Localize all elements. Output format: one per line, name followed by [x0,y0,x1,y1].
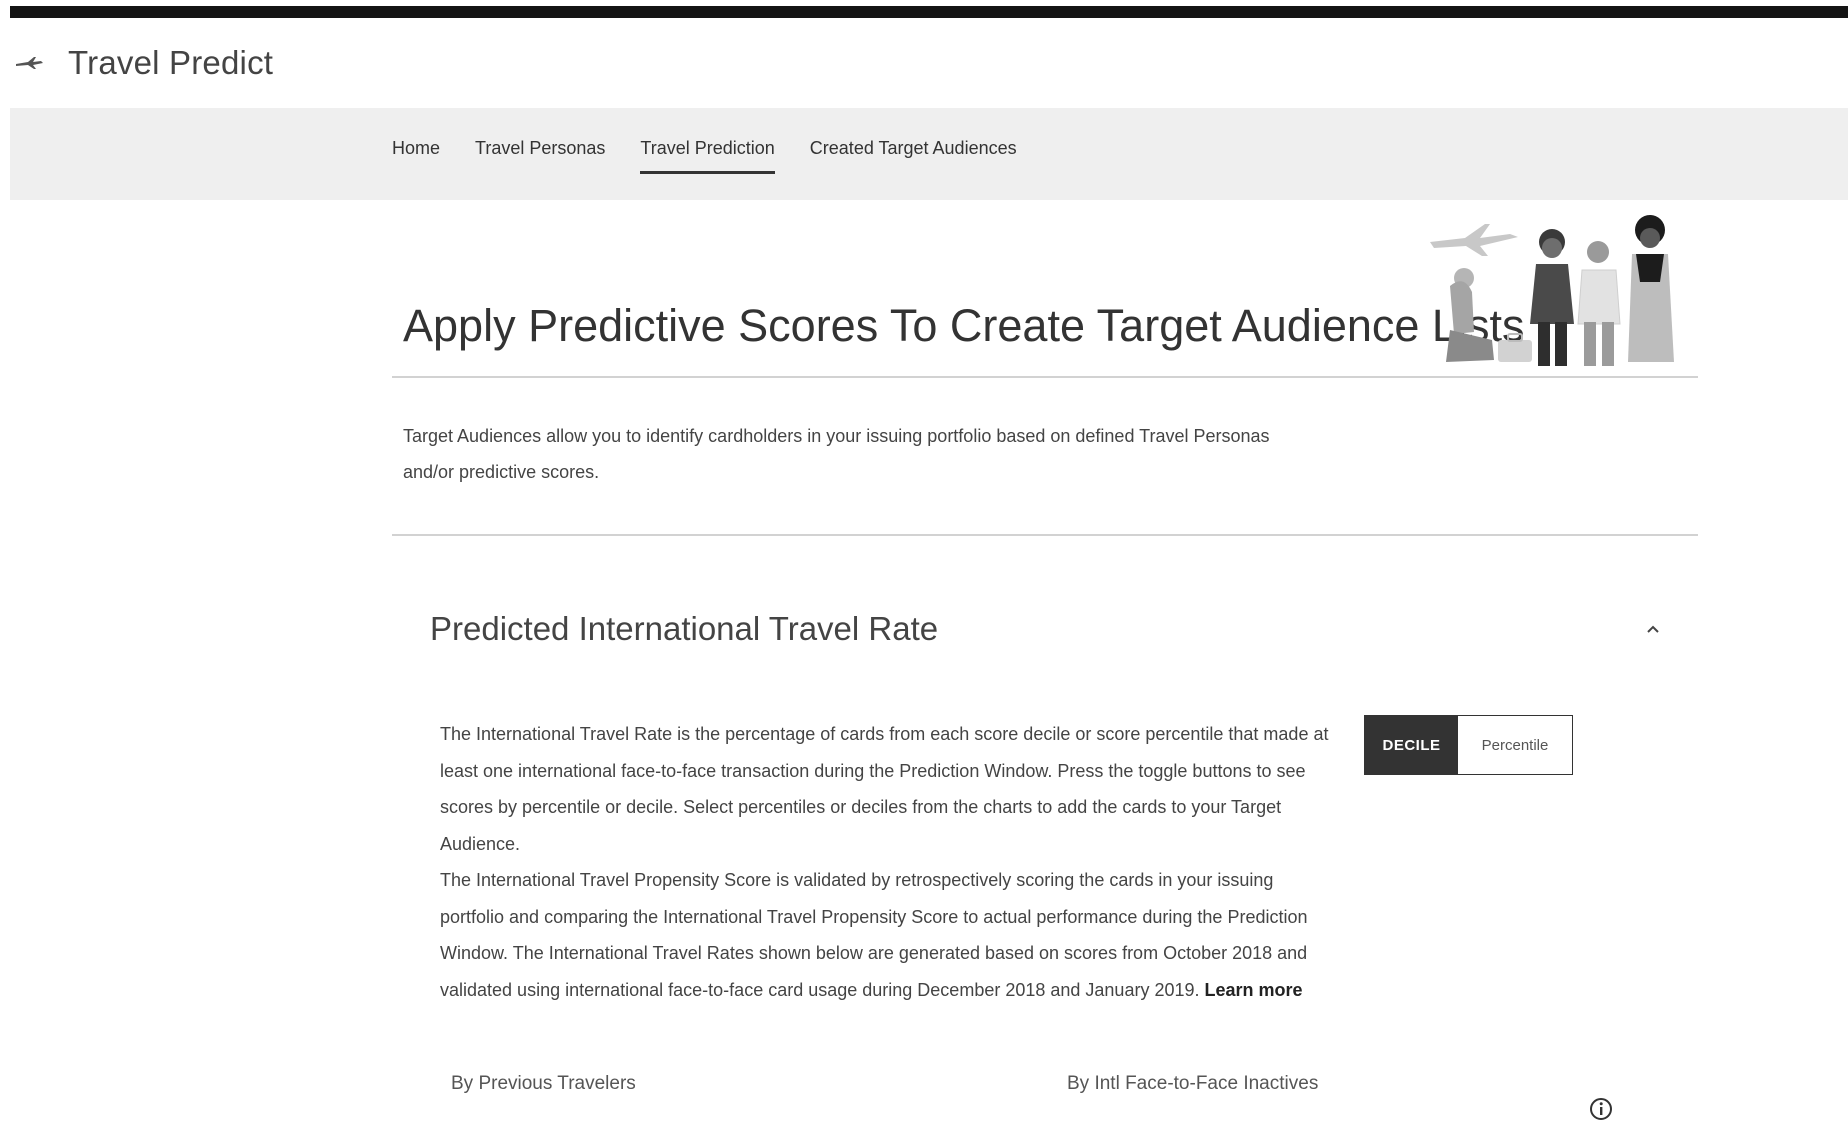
propensity-description: The International Travel Propensity Scor… [440,862,1340,1008]
info-icon[interactable] [1588,1096,1614,1122]
app-title: Travel Predict [68,44,274,81]
top-bar [10,6,1848,18]
chart-label-previous-travelers: By Previous Travelers [451,1073,636,1094]
percentile-toggle-button[interactable]: Percentile [1458,716,1572,774]
chart-label-intl-inactives: By Intl Face-to-Face Inactives [1067,1073,1319,1094]
travelers-illustration [1430,215,1674,366]
page-title: Apply Predictive Scores To Create Target… [403,300,1525,351]
travel-rate-description: The International Travel Rate is the per… [440,724,1329,854]
tab-travel-prediction[interactable]: Travel Prediction [640,138,775,174]
main-nav: Home Travel Personas Travel Prediction C… [392,138,1052,174]
chevron-up-icon [1647,625,1659,633]
app-brand[interactable]: Travel Predict [14,44,273,82]
section-title: Predicted International Travel Rate [430,610,939,647]
tab-travel-personas[interactable]: Travel Personas [475,138,605,174]
propensity-text: The International Travel Propensity Scor… [440,870,1308,1000]
plane-icon [16,57,43,69]
learn-more-link[interactable]: Learn more [1205,980,1303,1000]
collapse-button[interactable] [1638,614,1668,644]
divider [392,376,1698,378]
score-toggle: DECILE Percentile [1364,715,1573,775]
decile-toggle-button[interactable]: DECILE [1365,716,1458,774]
tab-created-target-audiences[interactable]: Created Target Audiences [810,138,1017,174]
divider [392,534,1698,536]
tab-home[interactable]: Home [392,138,440,174]
intro-text: Target Audiences allow you to identify c… [403,426,1270,482]
